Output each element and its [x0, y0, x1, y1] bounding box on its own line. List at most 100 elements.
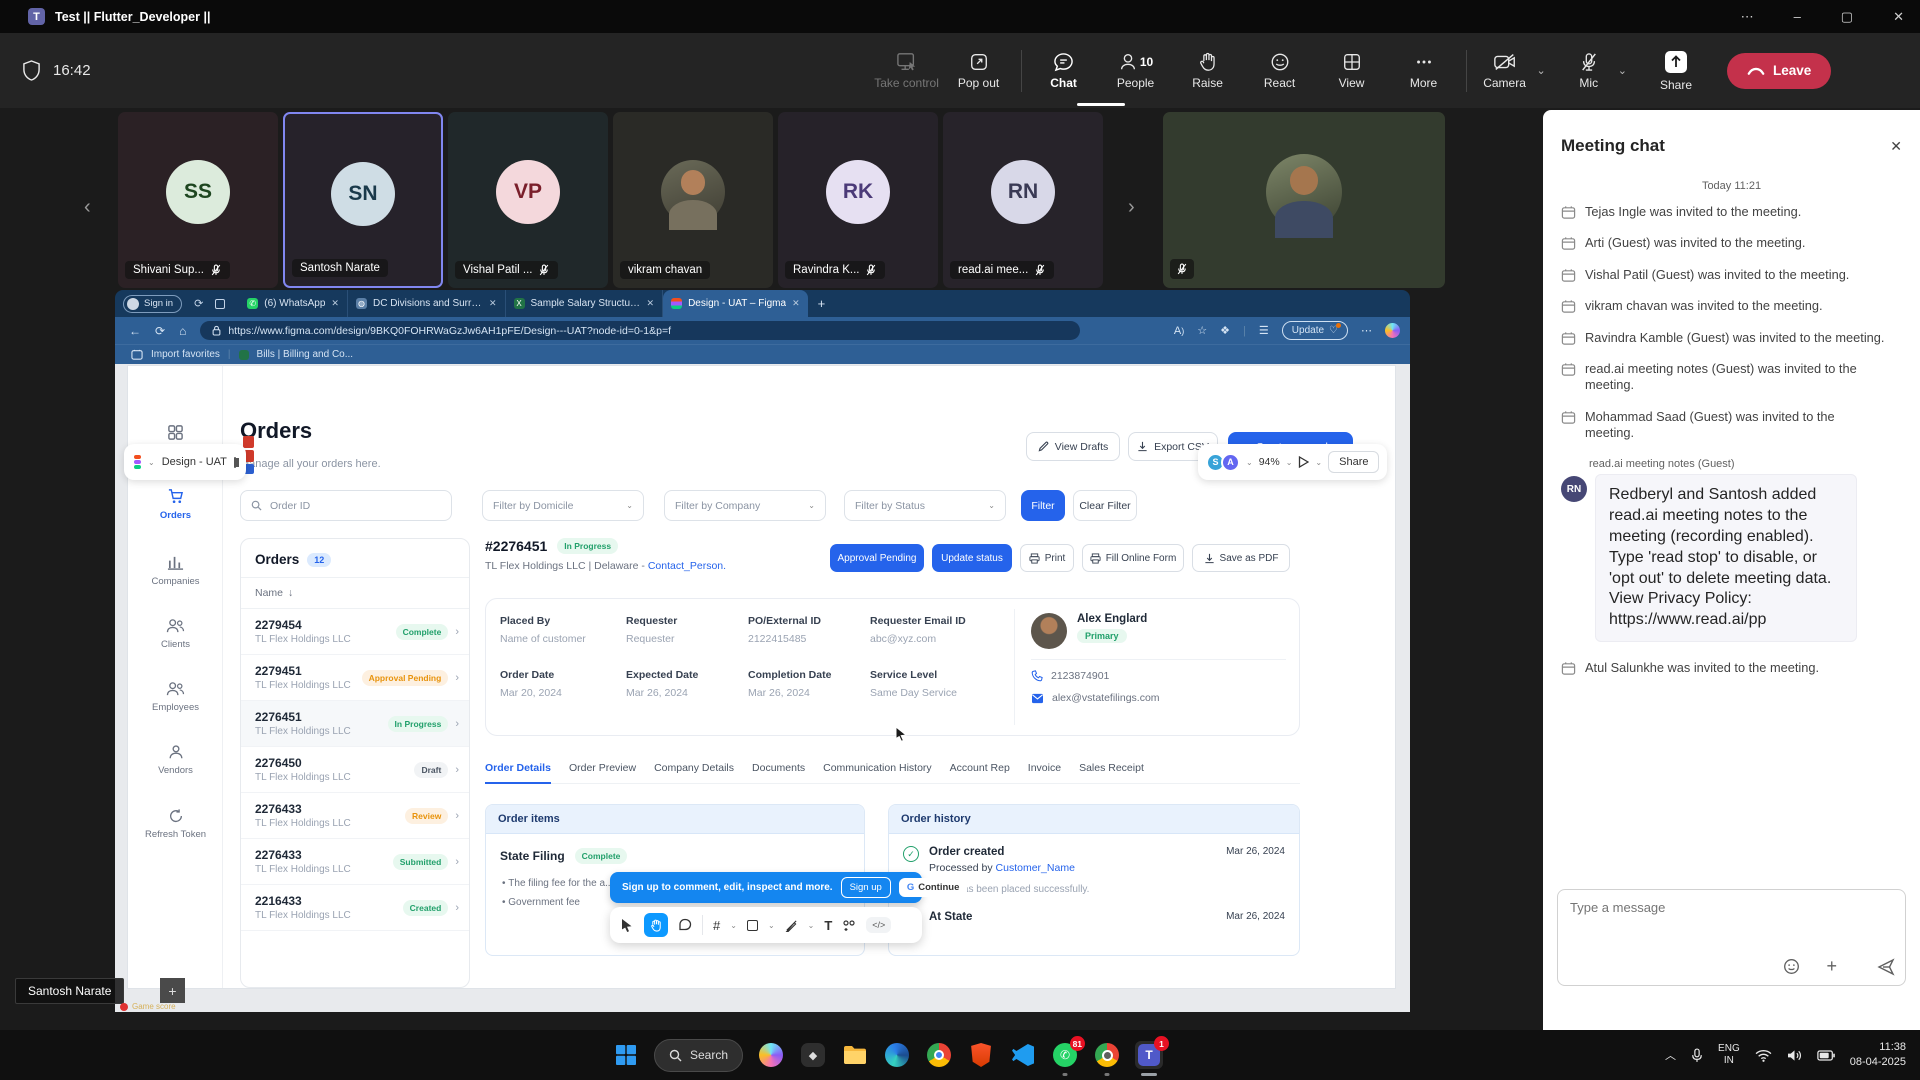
order-row[interactable]: 2216433TL Flex Holdings LLC Created› — [241, 885, 469, 931]
close-tab-icon[interactable]: ✕ — [489, 298, 497, 309]
new-tab-button[interactable]: + — [818, 296, 826, 311]
text-tool-icon[interactable]: T — [824, 918, 832, 933]
sidebar-item-companies[interactable]: Companies — [128, 554, 223, 587]
presenter-add-icon[interactable]: + — [160, 978, 185, 1003]
minimize-button[interactable]: – — [1794, 9, 1801, 24]
chat-input[interactable] — [1558, 890, 1905, 925]
workspaces-icon[interactable] — [215, 299, 225, 309]
contact-person-link[interactable]: Contact_Person. — [648, 560, 726, 572]
people-button[interactable]: 10 People — [1100, 52, 1172, 90]
sidebar-item-refresh-token[interactable]: Refresh Token — [128, 808, 223, 840]
view-button[interactable]: View — [1316, 52, 1388, 90]
dev-mode-toggle-icon[interactable]: </> — [866, 917, 891, 933]
address-bar[interactable]: https://www.figma.com/design/9BKQ0FOHRWa… — [200, 321, 1080, 340]
participant-tile[interactable]: RK Ravindra K... — [778, 112, 938, 288]
mic-button[interactable]: Mic — [1560, 52, 1618, 90]
bookmark-bills[interactable]: Bills | Billing and Co... — [257, 349, 354, 360]
battery-icon[interactable] — [1817, 1050, 1835, 1061]
attach-plus-icon[interactable]: + — [1826, 956, 1837, 977]
chrome-profile-app-icon[interactable] — [1093, 1041, 1121, 1069]
filter-domicile-dropdown[interactable]: Filter by Domicile⌄ — [482, 490, 644, 521]
comment-tool-icon[interactable] — [678, 918, 692, 932]
chat-button[interactable]: Chat — [1028, 52, 1100, 90]
tab-account-rep[interactable]: Account Rep — [950, 762, 1010, 774]
browser-tab-dc-divisions[interactable]: ◍ DC Divisions and Surroundings✕ — [348, 290, 506, 317]
google-continue-button[interactable]: GContinue — [899, 878, 968, 897]
order-row[interactable]: 2279451TL Flex Holdings LLC Approval Pen… — [241, 655, 469, 701]
camera-options-chevron-icon[interactable]: ⌄ — [1537, 64, 1546, 77]
tab-sales-receipt[interactable]: Sales Receipt — [1079, 762, 1144, 774]
brave-app-icon[interactable] — [967, 1041, 995, 1069]
taskbar-search[interactable]: Search — [654, 1039, 743, 1072]
update-status-button[interactable]: Update status — [932, 544, 1012, 572]
collaborator-avatar[interactable]: A — [1221, 453, 1240, 472]
volume-icon[interactable] — [1787, 1049, 1802, 1062]
read-aloud-icon[interactable]: A) — [1174, 325, 1184, 337]
collections-icon[interactable]: ☰ — [1259, 324, 1269, 337]
reload-icon[interactable]: ⟳ — [155, 324, 165, 338]
home-icon[interactable]: ⌂ — [179, 324, 186, 338]
taskbar-clock[interactable]: 11:38 08-04-2025 — [1850, 1040, 1906, 1070]
sidebar-item-orders[interactable]: Orders — [128, 488, 223, 521]
contact-email[interactable]: alex@vstatefilings.com — [1031, 692, 1286, 704]
raise-hand-button[interactable]: Raise — [1172, 52, 1244, 90]
resources-tool-icon[interactable] — [842, 919, 856, 932]
react-button[interactable]: React — [1244, 52, 1316, 90]
tab-refresh-icon[interactable]: ⟳ — [194, 297, 203, 310]
emoji-icon[interactable] — [1783, 958, 1800, 975]
close-chat-icon[interactable]: ✕ — [1890, 138, 1902, 155]
figma-file-name[interactable]: Design - UAT — [162, 456, 227, 468]
edge-app-icon[interactable] — [883, 1041, 911, 1069]
participant-tile[interactable]: RN read.ai mee... — [943, 112, 1103, 288]
present-icon[interactable] — [1298, 456, 1309, 468]
view-drafts-button[interactable]: View Drafts — [1026, 432, 1120, 461]
sidebar-item-vendors[interactable]: Vendors — [128, 744, 223, 776]
chrome-app-icon[interactable] — [925, 1041, 953, 1069]
favorite-star-icon[interactable]: ☆ — [1197, 324, 1207, 337]
bookmark-import-favorites[interactable]: Import favorites — [151, 349, 220, 360]
tab-documents[interactable]: Documents — [752, 762, 805, 774]
participant-tile[interactable]: SS Shivani Sup... — [118, 112, 278, 288]
participant-tile[interactable]: vikram chavan — [613, 112, 773, 288]
contact-phone[interactable]: 2123874901 — [1031, 670, 1286, 682]
clear-filter-button[interactable]: Clear Filter — [1073, 490, 1137, 521]
maximize-button[interactable]: ▢ — [1841, 9, 1853, 25]
tray-chevron-icon[interactable]: ︿ — [1665, 1047, 1676, 1063]
browser-tab-figma-active[interactable]: Design - UAT – Figma✕ — [663, 290, 808, 317]
shape-tool-icon[interactable] — [747, 920, 758, 931]
language-indicator[interactable]: ENGIN — [1718, 1043, 1740, 1067]
whatsapp-app-icon[interactable]: ✆ 81 — [1051, 1041, 1079, 1069]
file-explorer-icon[interactable] — [841, 1041, 869, 1069]
approval-pending-button[interactable]: Approval Pending — [830, 544, 924, 572]
browser-menu-icon[interactable]: ⋯ — [1361, 324, 1372, 337]
customer-name-link[interactable]: Customer_Name — [996, 862, 1075, 874]
extensions-icon[interactable]: ❖ — [1220, 324, 1230, 337]
titlebar-more-icon[interactable]: ⋯ — [1741, 9, 1754, 25]
apply-filter-button[interactable]: Filter — [1021, 490, 1065, 521]
browser-signin-button[interactable]: Sign in — [123, 295, 182, 313]
more-button[interactable]: More — [1388, 52, 1460, 90]
camera-button[interactable]: Camera — [1473, 52, 1537, 90]
close-tab-icon[interactable]: ✕ — [331, 298, 339, 309]
browser-tab-whatsapp[interactable]: ✆ (6) WhatsApp✕ — [239, 290, 348, 317]
leave-button[interactable]: Leave — [1727, 53, 1831, 89]
chat-input-box[interactable]: + — [1557, 889, 1906, 986]
strip-prev-icon[interactable]: ‹ — [84, 196, 91, 219]
move-tool-icon[interactable] — [620, 918, 634, 933]
filter-status-dropdown[interactable]: Filter by Status⌄ — [844, 490, 1006, 521]
figma-logo-icon[interactable] — [134, 455, 141, 469]
teams-app-icon[interactable]: T 1 — [1135, 1041, 1163, 1069]
tab-order-preview[interactable]: Order Preview — [569, 762, 636, 774]
sidebar-item-employees[interactable]: Employees — [128, 681, 223, 713]
figma-signup-button[interactable]: Sign up — [841, 877, 891, 898]
back-icon[interactable]: ← — [129, 324, 141, 338]
figma-share-button[interactable]: Share — [1328, 451, 1379, 473]
participant-tile[interactable] — [1163, 112, 1445, 288]
strip-next-icon[interactable]: › — [1128, 196, 1135, 219]
wifi-icon[interactable] — [1755, 1049, 1772, 1062]
tray-mic-icon[interactable] — [1691, 1048, 1703, 1063]
order-row-selected[interactable]: 2276451TL Flex Holdings LLC In Progress› — [241, 701, 469, 747]
order-row[interactable]: 2279454TL Flex Holdings LLC Complete› — [241, 609, 469, 655]
order-row[interactable]: 2276450TL Flex Holdings LLC Draft› — [241, 747, 469, 793]
start-button[interactable] — [612, 1041, 640, 1069]
